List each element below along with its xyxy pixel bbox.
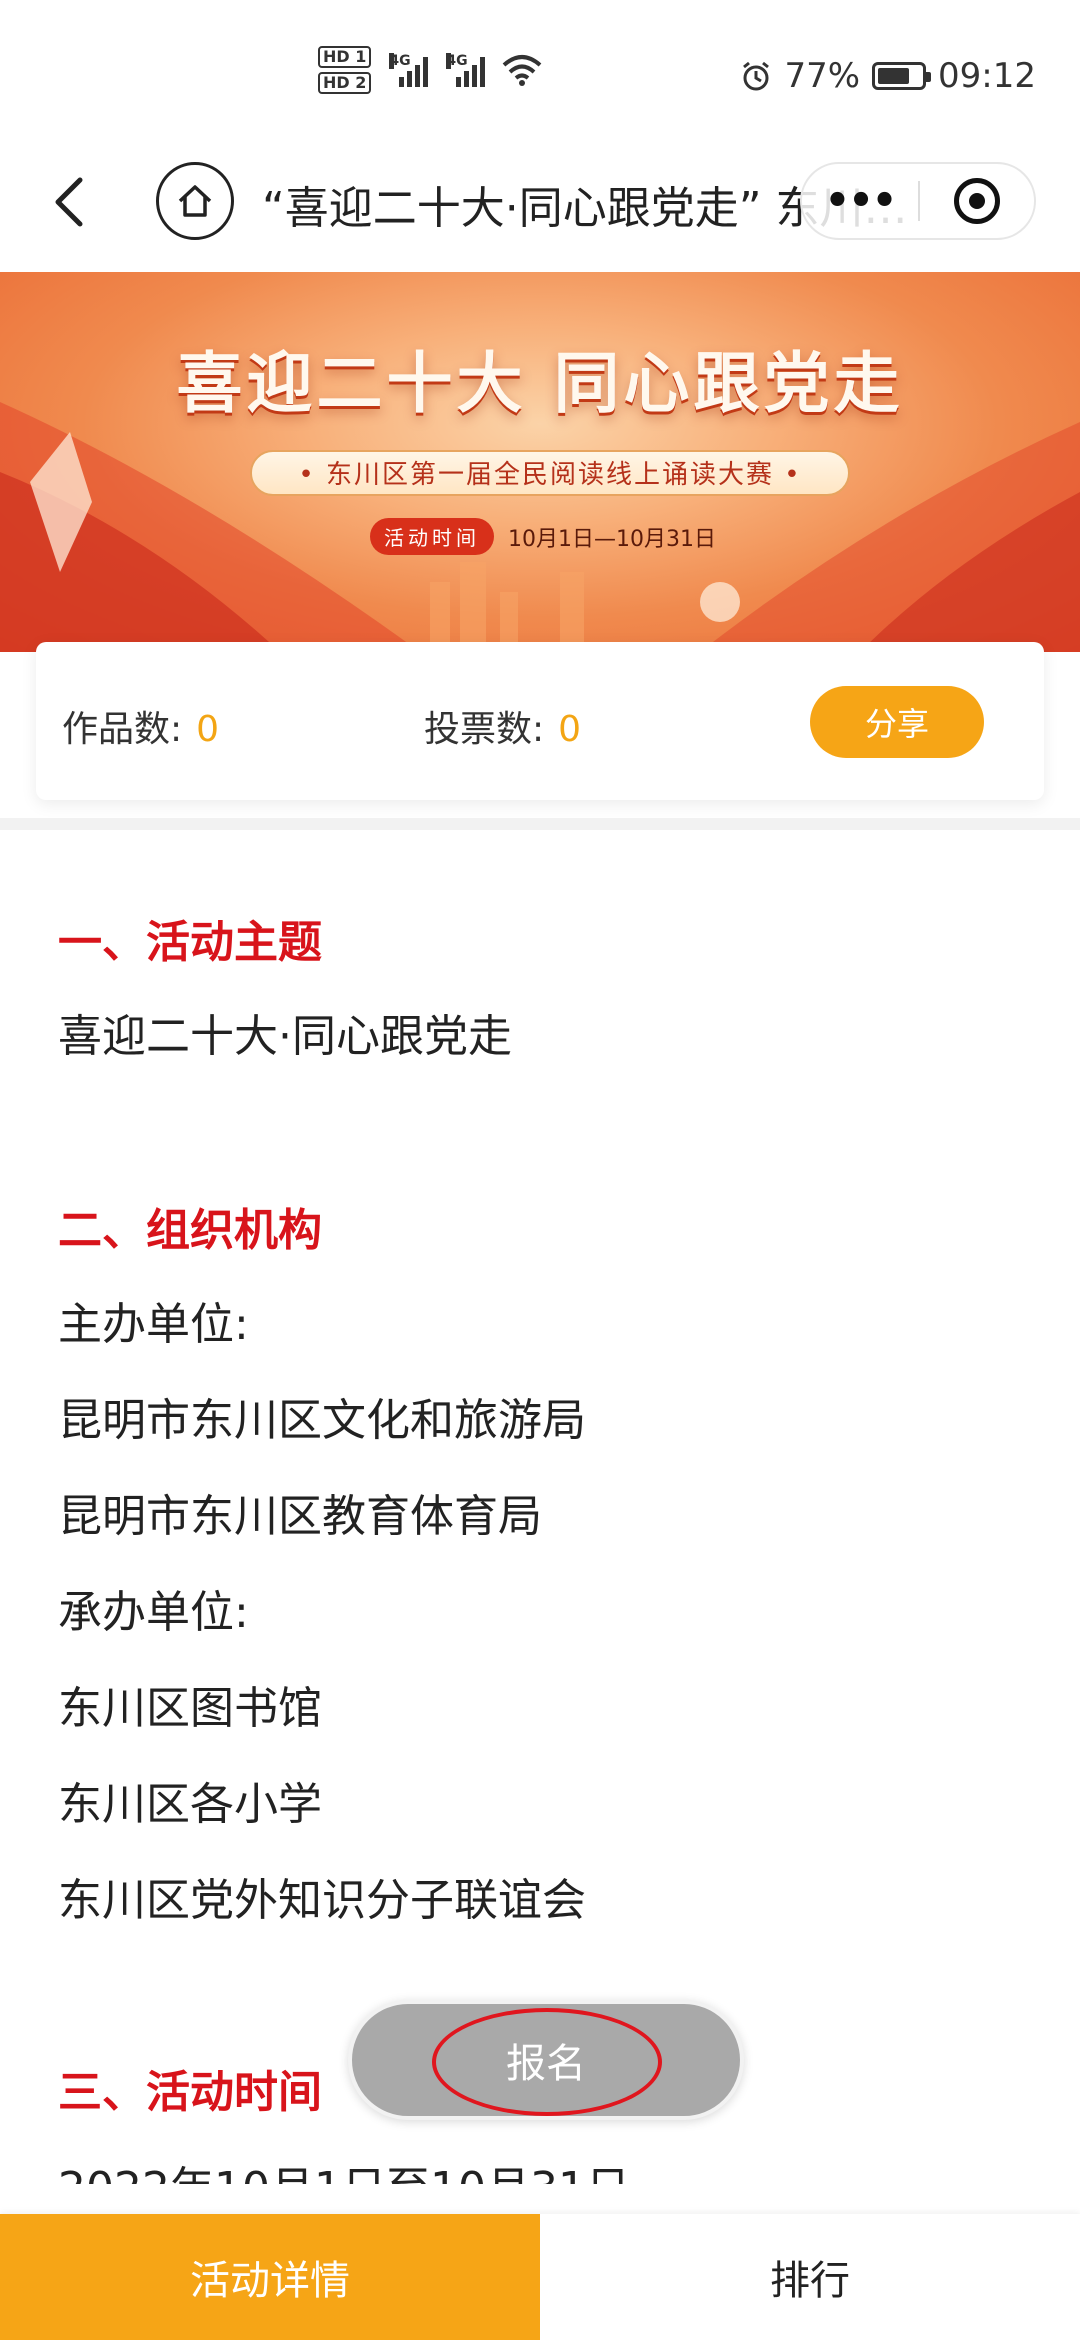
target-close-icon — [953, 178, 1000, 224]
banner-subtitle: • 东川区第一届全民阅读线上诵读大赛 • — [250, 450, 850, 496]
battery-icon — [872, 62, 932, 90]
votes-value: 0 — [558, 709, 582, 750]
signup-button[interactable]: 报名 — [352, 2004, 740, 2116]
nav-bar: “喜迎二十大·同心跟党走” 东川… ••• — [0, 150, 1080, 272]
home-icon — [178, 185, 212, 217]
host-label: 主办单位: — [58, 1299, 249, 1350]
event-time-text: 2022年10月1日至10月31日 — [58, 2152, 630, 2184]
hd2-badge: HD 2 — [318, 72, 372, 94]
banner-title: 喜迎二十大 同心跟党走 — [176, 344, 904, 422]
more-options-button[interactable]: ••• — [802, 181, 918, 221]
works-count: 作品数: 0 — [62, 700, 219, 752]
status-bar: HD 1 HD 2 4G 4G 77% 09:12 — [0, 0, 1080, 150]
votes-count: 投票数: 0 — [424, 700, 581, 752]
votes-label: 投票数: — [424, 709, 545, 750]
signal-1-icon: 4G — [389, 53, 429, 87]
status-bar-right: 77% 09:12 — [740, 56, 1036, 96]
network-type-1: 4G — [389, 53, 411, 69]
organizer-item: 东川区各小学 — [58, 1779, 322, 1830]
network-type-2: 4G — [446, 53, 468, 69]
section-title-time: 三、活动时间 — [58, 2067, 322, 2118]
mini-program-capsule: ••• — [800, 162, 1036, 240]
organizer-label: 承办单位: — [58, 1587, 249, 1638]
tab-activity-details[interactable]: 活动详情 — [0, 2214, 540, 2340]
clock: 09:12 — [938, 56, 1036, 96]
hd1-badge: HD 1 — [318, 46, 372, 68]
status-bar-left: HD 1 HD 2 4G 4G — [318, 46, 543, 94]
tab-ranking[interactable]: 排行 — [540, 2214, 1080, 2340]
back-arrow-icon[interactable] — [42, 172, 102, 232]
section-divider — [0, 818, 1080, 830]
organizer-item: 东川区党外知识分子联谊会 — [58, 1875, 586, 1926]
close-mini-program-button[interactable] — [920, 178, 1034, 224]
event-details-content: 一、活动主题 喜迎二十大·同心跟党走 二、组织机构 主办单位: 昆明市东川区文化… — [58, 830, 1038, 2184]
signal-2-icon: 4G — [446, 53, 486, 87]
bottom-tab-bar: 活动详情 排行 — [0, 2214, 1080, 2340]
section-title-organization: 二、组织机构 — [58, 1205, 322, 1256]
event-banner: 喜迎二十大 同心跟党走 • 东川区第一届全民阅读线上诵读大赛 • 活动时间 10… — [0, 272, 1080, 652]
alarm-icon — [743, 61, 770, 91]
works-label: 作品数: — [62, 709, 183, 750]
organizer-item: 东川区图书馆 — [58, 1683, 322, 1734]
share-button[interactable]: 分享 — [810, 686, 984, 758]
stats-card: 作品数: 0 投票数: 0 分享 — [36, 642, 1044, 800]
banner-time: 活动时间 10月1日—10月31日 — [370, 518, 716, 555]
time-badge: 活动时间 — [370, 518, 494, 555]
time-range: 10月1日—10月31日 — [508, 526, 716, 552]
host-item: 昆明市东川区文化和旅游局 — [58, 1395, 586, 1446]
host-item: 昆明市东川区教育体育局 — [58, 1491, 542, 1542]
battery-level — [878, 68, 909, 84]
home-button[interactable] — [156, 162, 234, 240]
battery-percent: 77% — [784, 56, 861, 96]
wifi-icon — [503, 55, 542, 86]
section-title-theme: 一、活动主题 — [58, 917, 322, 968]
works-value: 0 — [196, 709, 220, 750]
theme-text: 喜迎二十大·同心跟党走 — [58, 1011, 512, 1062]
signup-floating: 报名 — [348, 2000, 744, 2120]
hd-indicators: HD 1 HD 2 — [318, 46, 372, 94]
